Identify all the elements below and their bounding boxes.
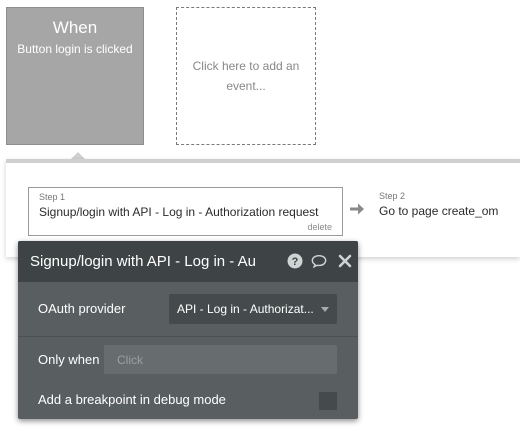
arrow-right-icon: [350, 203, 364, 215]
help-icon[interactable]: ?: [287, 253, 303, 269]
selected-event-caret: [71, 152, 85, 159]
step-1-delete-link[interactable]: delete: [307, 222, 332, 232]
oauth-provider-selected-value: API - Log in - Authorizat...: [177, 302, 314, 316]
action-properties-panel: Signup/login with API - Log in - Au ? OA…: [18, 241, 358, 419]
breakpoint-checkbox[interactable]: [319, 392, 337, 410]
step-2-card[interactable]: Step 2 Go to page create_om: [370, 187, 515, 236]
step-1-number: Step 1: [39, 192, 66, 202]
only-when-label: Only when: [38, 352, 100, 367]
event-card-button-login[interactable]: When Button login is clicked: [6, 7, 144, 145]
event-trigger-text: Button login is clicked: [17, 42, 133, 56]
chevron-down-icon: [321, 307, 329, 312]
comment-icon[interactable]: [311, 253, 327, 269]
panel-divider: [18, 336, 358, 337]
when-label: When: [52, 18, 98, 37]
step-2-title: Go to page create_om: [379, 204, 499, 218]
close-icon[interactable]: [337, 253, 353, 269]
step-1-card[interactable]: Step 1 Signup/login with API - Log in - …: [28, 187, 343, 236]
oauth-provider-label: OAuth provider: [38, 301, 126, 316]
svg-text:?: ?: [292, 256, 299, 268]
add-event-text: Click here to add an event...: [192, 59, 300, 93]
step-1-title: Signup/login with API - Log in - Authori…: [39, 205, 319, 219]
add-event-button[interactable]: Click here to add an event...: [176, 7, 316, 145]
breakpoint-label: Add a breakpoint in debug mode: [38, 392, 226, 407]
only-when-input[interactable]: [104, 345, 337, 374]
step-2-number: Step 2: [379, 191, 406, 201]
panel-header: Signup/login with API - Log in - Au ?: [18, 241, 358, 282]
panel-title: Signup/login with API - Log in - Au: [30, 253, 256, 270]
oauth-provider-select[interactable]: API - Log in - Authorizat...: [169, 294, 337, 324]
